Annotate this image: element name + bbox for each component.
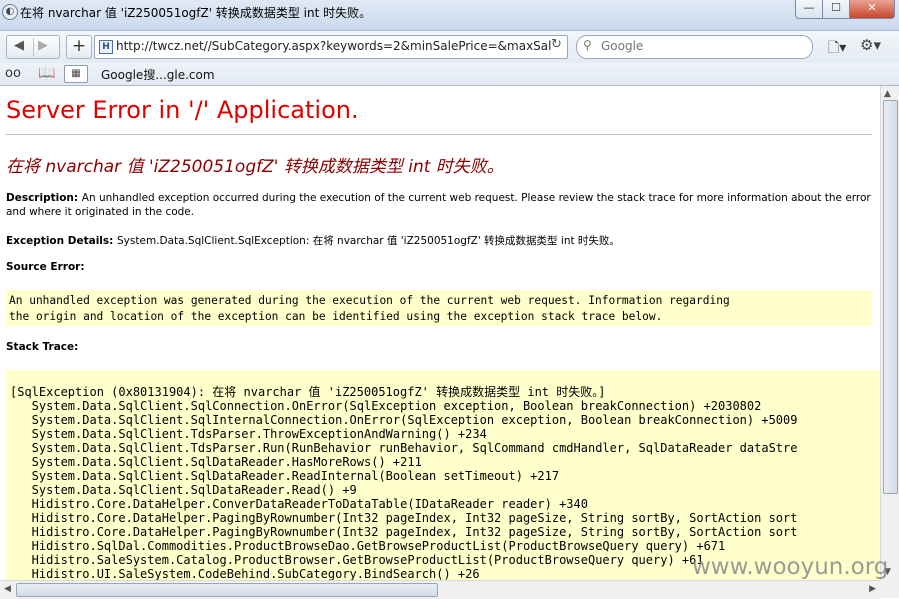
navigation-toolbar: ◀ ▶ + H http://twcz.net//SubCategory.asp… [0, 31, 899, 63]
reload-icon[interactable]: ↻ [551, 37, 565, 55]
exception-details: Exception Details: System.Data.SqlClient… [6, 233, 620, 248]
stack-trace-box: [SqlException (0x80131904): 在将 nvarchar … [6, 370, 880, 580]
window-titlebar: ◐ 在将 nvarchar 值 'iZ250051ogfZ' 转换成数据类型 i… [0, 0, 899, 31]
maximize-button[interactable]: ☐ [822, 0, 850, 19]
description-label: Description: [6, 192, 82, 204]
favicon-icon: H [99, 40, 113, 54]
search-icon: ⚲ [583, 38, 592, 52]
app-icon: ◐ [2, 4, 18, 20]
stack-trace-label: Stack Trace: [6, 341, 79, 353]
scroll-right-icon[interactable]: ▶ [869, 584, 876, 594]
stack-trace-text: [SqlException (0x80131904): 在将 nvarchar … [10, 385, 798, 580]
address-bar[interactable]: H http://twcz.net//SubCategory.aspx?keyw… [94, 35, 568, 59]
page-menu-icon[interactable]: 🗋▾ [828, 37, 846, 61]
bookmarks-bar: oo 📖 ▦ Google搜...gle.com [0, 63, 899, 86]
minimize-button[interactable]: — [795, 0, 823, 19]
reader-icon[interactable]: oo [5, 66, 21, 81]
search-box[interactable]: ⚲ [576, 35, 813, 59]
exception-text: System.Data.SqlClient.SqlException: 在将 n… [117, 235, 620, 247]
vertical-scrollbar[interactable]: ▲ ▼ [880, 86, 899, 580]
source-error-text: An unhandled exception was generated dur… [9, 294, 730, 323]
horizontal-scroll-thumb[interactable] [16, 583, 438, 597]
heading-divider [6, 134, 872, 135]
bookmark-item-google[interactable]: Google搜...gle.com [101, 66, 215, 83]
scroll-left-icon[interactable]: ◀ [4, 584, 11, 594]
page-viewport: Server Error in '/' Application. 在将 nvar… [0, 86, 880, 580]
search-input[interactable] [601, 38, 801, 54]
scroll-up-icon[interactable]: ▲ [884, 89, 891, 99]
gear-icon[interactable]: ⚙▾ [860, 36, 881, 54]
url-text[interactable]: http://twcz.net//SubCategory.aspx?keywor… [116, 39, 566, 53]
book-icon[interactable]: 📖 [38, 65, 55, 81]
source-error-box: An unhandled exception was generated dur… [6, 290, 872, 326]
nav-divider [33, 38, 34, 56]
page-heading: Server Error in '/' Application. [6, 96, 359, 124]
watermark: www.wooyun.org [692, 554, 889, 580]
back-icon[interactable]: ◀ [14, 38, 24, 53]
grid-icon[interactable]: ▦ [64, 65, 88, 83]
forward-icon[interactable]: ▶ [38, 38, 48, 53]
horizontal-scrollbar[interactable]: ◀ ▶ [0, 580, 880, 599]
exception-label: Exception Details: [6, 235, 118, 247]
vertical-scroll-thumb[interactable] [883, 100, 898, 494]
source-error-label: Source Error: [6, 261, 85, 273]
description-text: An unhandled exception occurred during t… [6, 192, 871, 218]
add-bookmark-button[interactable]: + [66, 35, 92, 59]
description-paragraph: Description: An unhandled exception occu… [6, 191, 872, 219]
scrollbar-corner [880, 580, 899, 598]
window-title: 在将 nvarchar 值 'iZ250051ogfZ' 转换成数据类型 int… [20, 6, 372, 20]
close-button[interactable]: ✕ [849, 0, 895, 19]
error-title: 在将 nvarchar 值 'iZ250051ogfZ' 转换成数据类型 int… [6, 157, 504, 177]
back-forward-group: ◀ ▶ [6, 35, 60, 59]
